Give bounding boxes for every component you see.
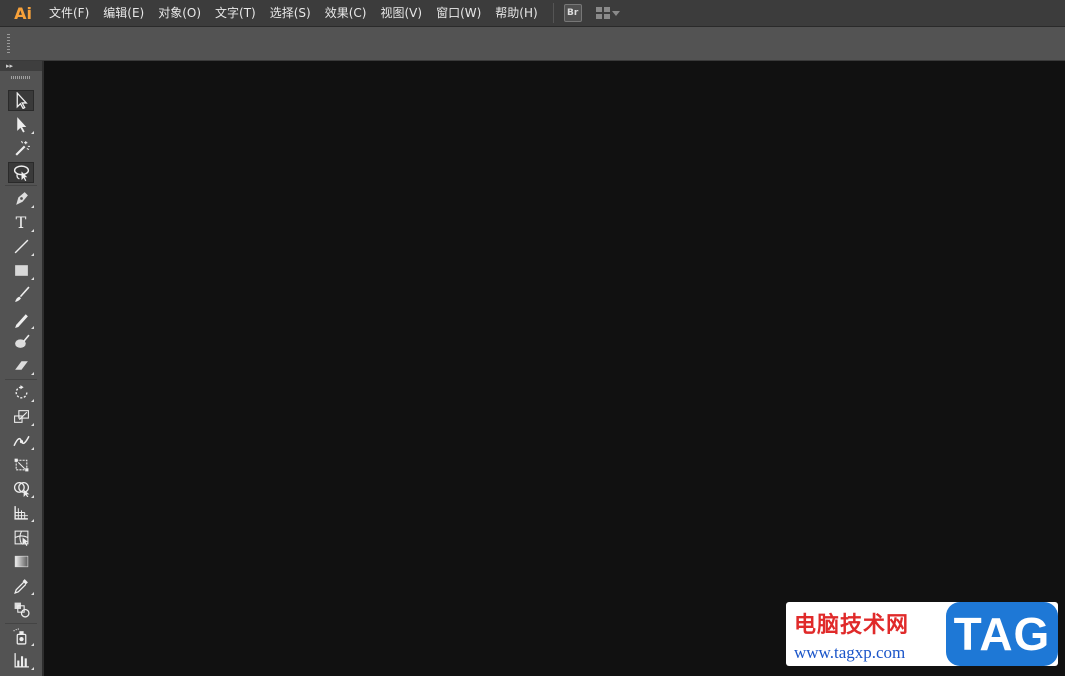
paintbrush-icon [14,286,30,302]
arrow-filled-icon [16,117,26,133]
rectangle-tool[interactable] [8,260,34,281]
pen-icon [15,192,28,205]
selection-tool[interactable] [8,90,34,111]
menu-object[interactable]: 对象(O) [151,0,208,26]
blob-brush-icon [14,334,30,348]
shape-builder-icon [13,482,29,497]
pencil-icon [14,314,28,328]
rectangle-icon [14,265,28,276]
direct-selection-tool[interactable] [8,114,34,135]
symbol-sprayer-icon [13,628,26,645]
pencil-tool[interactable] [8,309,34,330]
paintbrush-tool[interactable] [8,284,34,305]
toolbox: ▸▸ T [0,61,44,676]
menu-window[interactable]: 窗口(W) [429,0,488,26]
perspective-grid-icon [13,506,28,520]
symbol-sprayer-tool[interactable] [8,626,34,647]
menu-bar: Ai 文件(F) 编辑(E) 对象(O) 文字(T) 选择(S) 效果(C) 视… [0,0,1065,27]
toolbox-header[interactable]: ▸▸ [0,61,42,71]
menu-divider [552,3,554,23]
menu-edit[interactable]: 编辑(E) [96,0,151,26]
eyedropper-tool[interactable] [8,575,34,596]
lasso-tool[interactable] [8,162,34,183]
width-icon [12,435,30,447]
pen-tool[interactable] [8,188,34,209]
menu-select[interactable]: 选择(S) [263,0,318,26]
line-icon [14,239,28,254]
menu-help[interactable]: 帮助(H) [488,0,544,26]
menu-effect[interactable]: 效果(C) [318,0,374,26]
eraser-tool[interactable] [8,355,34,376]
rotate-icon [15,385,28,399]
mesh-icon [14,530,28,546]
rotate-tool[interactable] [8,382,34,403]
eyedropper-icon [13,579,28,594]
watermark-url: www.tagxp.com [794,643,906,662]
column-graph-tool[interactable] [8,650,34,671]
watermark: 电脑技术网 www.tagxp.com TAG [786,602,1058,666]
shape-builder-tool[interactable] [8,478,34,499]
mesh-tool[interactable] [8,527,34,548]
lasso-icon [13,165,29,181]
scale-tool[interactable] [8,406,34,427]
toolbox-divider [5,623,37,624]
gradient-icon [14,555,28,568]
perspective-grid-tool[interactable] [8,502,34,523]
workspace-switcher[interactable] [595,7,620,19]
eraser-icon [14,361,28,370]
toolbox-divider [5,379,37,380]
control-bar-grip[interactable] [7,34,10,53]
magic-wand-icon [14,140,30,156]
toolbox-grip[interactable] [11,76,31,79]
control-bar [0,27,1065,61]
column-graph-icon [13,653,29,668]
gradient-tool[interactable] [8,551,34,572]
app-logo: Ai [14,3,32,23]
layout-grid-icon [595,7,610,19]
arrow-outline-icon [16,92,28,109]
menu-file[interactable]: 文件(F) [42,0,96,26]
canvas-area[interactable] [44,61,1065,676]
bridge-button[interactable]: Br [563,4,582,22]
menu-type[interactable]: 文字(T) [208,0,263,26]
scale-icon [13,410,29,423]
type-tool[interactable]: T [8,212,34,233]
watermark-title: 电脑技术网 [794,612,910,638]
menu-view[interactable]: 视图(V) [373,0,429,26]
line-tool[interactable] [8,236,34,257]
blend-icon [14,602,30,618]
type-icon: T [15,213,27,232]
free-transform-icon [14,458,28,472]
free-transform-tool[interactable] [8,454,34,475]
double-chevron-icon[interactable]: ▸▸ [6,63,13,70]
magic-wand-tool[interactable] [8,138,34,159]
width-tool[interactable] [8,430,34,451]
chevron-down-icon [611,10,620,16]
watermark-badge: TAG [946,602,1058,666]
blend-tool[interactable] [8,599,34,620]
toolbox-divider [5,185,37,186]
blob-brush-tool[interactable] [8,331,34,352]
